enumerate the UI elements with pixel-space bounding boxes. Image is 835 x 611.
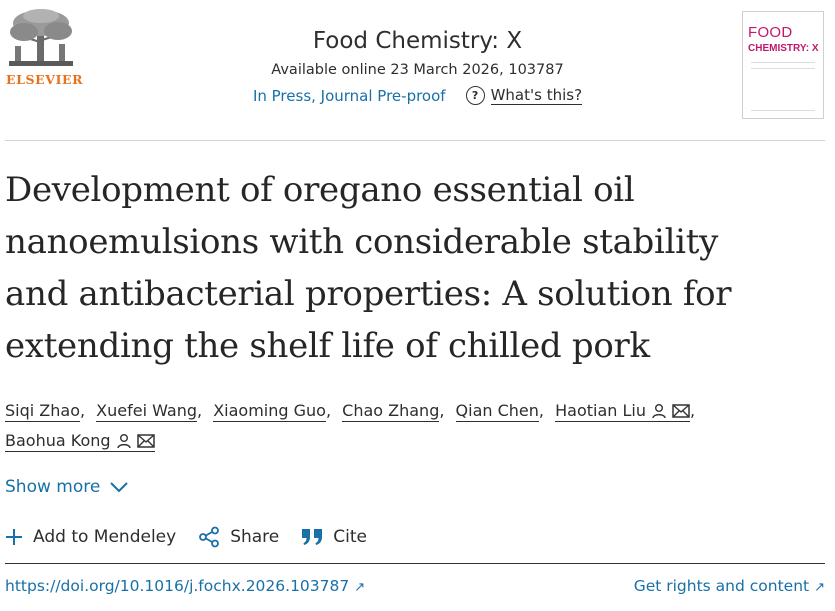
- author-name: Qian Chen: [455, 401, 539, 420]
- author-link[interactable]: Baohua Kong: [5, 431, 155, 452]
- get-rights-link[interactable]: Get rights and content ↗: [634, 577, 825, 595]
- author-link[interactable]: Qian Chen: [455, 401, 539, 422]
- plus-icon: [6, 529, 22, 545]
- author-name: Baohua Kong: [5, 431, 111, 450]
- envelope-icon: [136, 434, 155, 448]
- author-link[interactable]: Xuefei Wang: [96, 401, 198, 422]
- author-separator: ,: [689, 401, 696, 420]
- author-link[interactable]: Haotian Liu: [555, 401, 690, 422]
- doi-row: https://doi.org/10.1016/j.fochx.2026.103…: [5, 577, 825, 595]
- article-title-line: extending the shelf life of chilled pork: [5, 326, 650, 366]
- author-name: Chao Zhang: [342, 401, 440, 420]
- article-actions: Add to Mendeley Share Cite: [5, 526, 367, 548]
- article-title-line: Development of oregano essential oil: [5, 170, 635, 210]
- journal-pre-proof-status[interactable]: In Press, Journal Pre-proof: [253, 87, 446, 105]
- journal-title[interactable]: Food Chemistry: X: [0, 26, 835, 56]
- share-label: Share: [230, 527, 280, 547]
- person-icon: [652, 404, 666, 419]
- author-list: Siqi Zhao, Xuefei Wang, Xiaoming Guo, Ch…: [5, 396, 815, 456]
- actions-divider: [5, 563, 825, 564]
- cover-title-line2: CHEMISTRY: X: [748, 43, 819, 54]
- journal-cover-thumbnail[interactable]: FOOD CHEMISTRY: X: [742, 11, 824, 119]
- cite-label: Cite: [333, 527, 367, 547]
- doi-link[interactable]: https://doi.org/10.1016/j.fochx.2026.103…: [5, 577, 365, 595]
- author-separator: ,: [538, 401, 545, 420]
- show-more-button[interactable]: Show more: [5, 477, 129, 497]
- show-more-label: Show more: [5, 477, 101, 497]
- add-to-mendeley-label: Add to Mendeley: [33, 527, 177, 547]
- author-name: Siqi Zhao: [5, 401, 80, 420]
- author-separator: ,: [325, 401, 332, 420]
- get-rights-text: Get rights and content: [633, 577, 810, 595]
- author-separator: ,: [79, 401, 86, 420]
- author-name: Xiaoming Guo: [213, 401, 326, 420]
- person-icon: [116, 434, 131, 449]
- article-title-line: and antibacterial properties: A solution…: [5, 274, 732, 314]
- external-link-icon: ↗: [814, 580, 825, 595]
- author-link[interactable]: Siqi Zhao: [5, 401, 80, 422]
- quote-icon: [302, 529, 323, 545]
- help-icon: ?: [465, 86, 485, 105]
- status-row: In Press, Journal Pre-proof ? What's thi…: [0, 86, 835, 105]
- share-icon: [199, 526, 220, 548]
- author-link[interactable]: Chao Zhang: [342, 401, 440, 422]
- journal-header: Food Chemistry: X Available online 23 Ma…: [0, 26, 835, 105]
- author-link[interactable]: Xiaoming Guo: [213, 401, 326, 422]
- whats-this-button[interactable]: ? What's this?: [465, 86, 583, 105]
- article-title: Development of oregano essential oil nan…: [5, 164, 820, 372]
- author-separator: ,: [439, 401, 445, 420]
- whats-this-label: What's this?: [490, 86, 583, 105]
- author-separator: ,: [197, 401, 203, 420]
- cover-divider: [751, 62, 815, 63]
- author-name: Xuefei Wang: [96, 401, 198, 420]
- author-name: Haotian Liu: [555, 401, 646, 420]
- cover-divider: [751, 68, 815, 69]
- cite-button[interactable]: Cite: [301, 526, 367, 548]
- doi-text: https://doi.org/10.1016/j.fochx.2026.103…: [5, 577, 350, 595]
- article-title-line: nanoemulsions with considerable stabilit…: [5, 222, 719, 262]
- share-button[interactable]: Share: [198, 526, 279, 548]
- header-divider: [5, 140, 825, 141]
- envelope-icon: [672, 404, 690, 418]
- chevron-down-icon: [110, 481, 129, 492]
- external-link-icon: ↗: [354, 580, 366, 595]
- availability-info: Available online 23 March 2026, 103787: [271, 62, 564, 78]
- cover-divider: [751, 110, 815, 111]
- add-to-mendeley-button[interactable]: Add to Mendeley: [5, 526, 176, 548]
- cover-title-line1: FOOD: [748, 24, 793, 41]
